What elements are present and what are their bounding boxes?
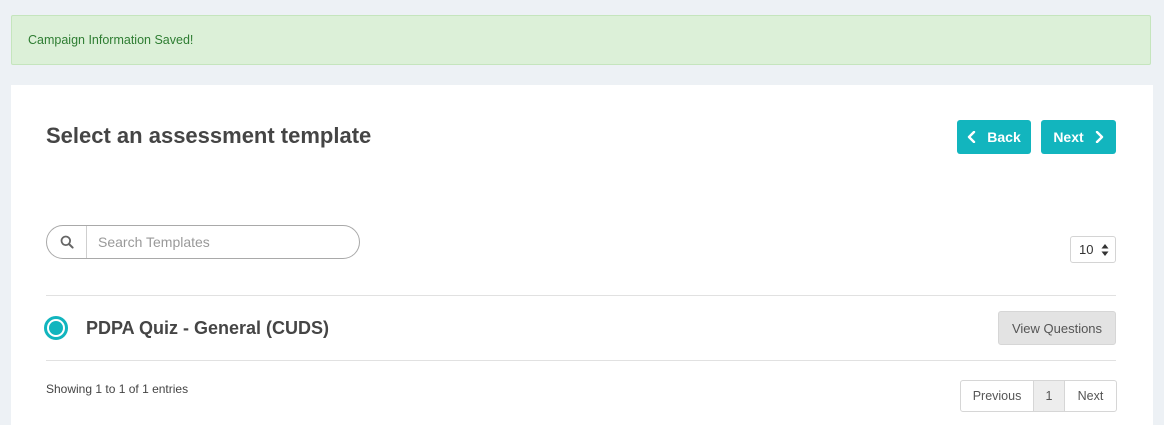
page-title: Select an assessment template bbox=[46, 123, 372, 148]
page-size-value: 10 bbox=[1079, 242, 1094, 257]
back-button-label: Back bbox=[987, 129, 1021, 145]
template-row: PDPA Quiz - General (CUDS) View Question… bbox=[44, 296, 1116, 360]
next-button-label: Next bbox=[1053, 129, 1084, 145]
success-alert: Campaign Information Saved! bbox=[11, 15, 1151, 65]
search-input[interactable] bbox=[87, 226, 359, 258]
template-radio[interactable] bbox=[44, 316, 68, 340]
page-size-select[interactable]: 10 bbox=[1070, 236, 1116, 263]
chevron-right-icon bbox=[1095, 131, 1103, 143]
view-questions-button[interactable]: View Questions bbox=[998, 311, 1116, 345]
radio-selected-dot bbox=[49, 321, 63, 335]
search-box bbox=[46, 225, 360, 259]
divider bbox=[46, 360, 1116, 361]
pagination-previous[interactable]: Previous bbox=[961, 381, 1034, 411]
entries-info: Showing 1 to 1 of 1 entries bbox=[46, 382, 189, 396]
back-button[interactable]: Back bbox=[957, 120, 1031, 154]
next-button[interactable]: Next bbox=[1041, 120, 1116, 154]
search-icon bbox=[60, 235, 74, 249]
search-icon-button[interactable] bbox=[47, 226, 87, 258]
template-title: PDPA Quiz - General (CUDS) bbox=[86, 317, 330, 338]
pagination-next[interactable]: Next bbox=[1065, 381, 1116, 411]
chevron-left-icon bbox=[968, 131, 976, 143]
select-arrows-icon bbox=[1101, 244, 1109, 256]
alert-message: Campaign Information Saved! bbox=[28, 33, 194, 47]
pagination-page-1[interactable]: 1 bbox=[1034, 381, 1065, 411]
main-panel: Select an assessment template Back Next … bbox=[11, 85, 1153, 425]
pagination: Previous 1 Next bbox=[960, 380, 1117, 412]
